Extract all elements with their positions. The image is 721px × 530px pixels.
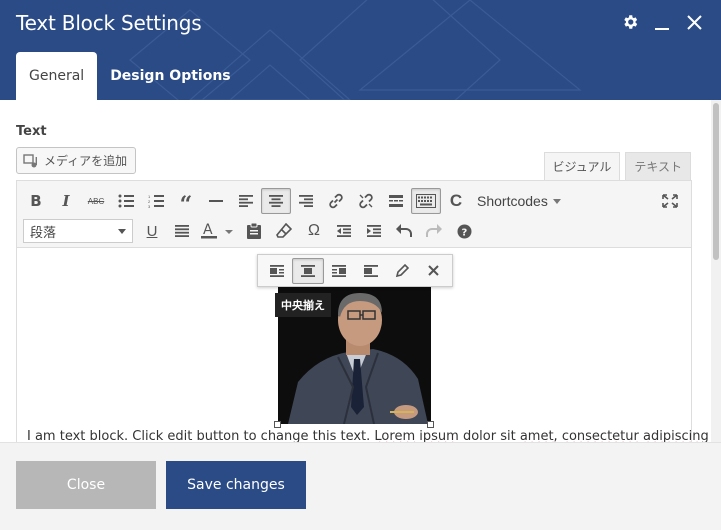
svg-text:?: ? bbox=[461, 227, 467, 238]
media-icon bbox=[23, 153, 37, 167]
dialog-footer: Close Save changes bbox=[0, 442, 721, 530]
fullscreen-icon[interactable] bbox=[655, 188, 685, 214]
svg-text:3: 3 bbox=[148, 204, 151, 208]
clear-formatting-icon[interactable] bbox=[269, 218, 299, 244]
chevron-down-icon bbox=[552, 198, 561, 204]
dialog-content: Text メディアを追加 ビジュアル テキスト B I ABC 123 “ C … bbox=[0, 100, 711, 442]
indent-icon[interactable] bbox=[359, 218, 389, 244]
numbered-list-icon[interactable]: 123 bbox=[141, 188, 171, 214]
tab-general[interactable]: General bbox=[16, 52, 98, 100]
format-select-value: 段落 bbox=[30, 224, 57, 240]
image-align-left-icon[interactable] bbox=[261, 258, 292, 284]
image-align-center-icon[interactable] bbox=[292, 257, 324, 284]
rich-text-editor: B I ABC 123 “ C Shortcodes 段落 U A Ω ? 中央… bbox=[16, 180, 709, 442]
misspelled-word: consectetur bbox=[561, 429, 639, 442]
resize-handle-bottom-right[interactable] bbox=[427, 421, 434, 428]
bold-icon[interactable]: B bbox=[21, 188, 51, 214]
image-align-none-icon[interactable] bbox=[355, 258, 386, 284]
pencil-icon[interactable] bbox=[386, 258, 417, 284]
special-character-icon[interactable]: Ω bbox=[299, 218, 329, 244]
minimize-icon[interactable] bbox=[653, 12, 671, 32]
paste-text-icon[interactable] bbox=[239, 218, 269, 244]
tab-design-options[interactable]: Design Options bbox=[97, 52, 243, 100]
bullet-list-icon[interactable] bbox=[111, 188, 141, 214]
unlink-icon[interactable] bbox=[351, 188, 381, 214]
editor-content-area[interactable]: 中央揃え I am text block. Click edit button … bbox=[17, 248, 709, 442]
shortcodes-logo-icon[interactable]: C bbox=[441, 188, 471, 214]
misspelled-word: Lorem bbox=[374, 429, 416, 442]
add-media-button[interactable]: メディアを追加 bbox=[16, 147, 137, 174]
editor-body-text[interactable]: I am text block. Click edit button to ch… bbox=[27, 429, 709, 442]
outdent-icon[interactable] bbox=[329, 218, 359, 244]
add-media-label: メディアを追加 bbox=[44, 154, 128, 168]
justify-icon[interactable] bbox=[167, 218, 197, 244]
misspelled-word: ipsum bbox=[419, 429, 459, 442]
link-icon[interactable] bbox=[321, 188, 351, 214]
strikethrough-icon[interactable]: ABC bbox=[81, 188, 111, 214]
scrollbar-thumb[interactable] bbox=[713, 103, 719, 260]
underline-icon[interactable]: U bbox=[137, 218, 167, 244]
dialog-title: Text Block Settings bbox=[16, 11, 202, 35]
chevron-down-icon bbox=[118, 228, 126, 234]
align-right-icon[interactable] bbox=[291, 188, 321, 214]
gear-icon[interactable] bbox=[621, 12, 639, 32]
text-color-icon[interactable]: A bbox=[197, 218, 239, 244]
shortcodes-dropdown[interactable]: Shortcodes bbox=[471, 193, 567, 209]
tab-visual[interactable]: ビジュアル bbox=[543, 152, 621, 180]
help-icon[interactable]: ? bbox=[449, 218, 479, 244]
misspelled-word: amet bbox=[519, 429, 554, 442]
image-inline-toolbar bbox=[257, 254, 453, 287]
svg-text:A: A bbox=[203, 223, 213, 238]
content-scrollbar[interactable] bbox=[711, 100, 721, 442]
blockquote-icon[interactable]: “ bbox=[171, 188, 201, 216]
shortcodes-label: Shortcodes bbox=[477, 193, 548, 209]
italic-icon[interactable]: I bbox=[51, 188, 81, 214]
resize-handle-bottom-left[interactable] bbox=[274, 421, 281, 428]
text-run: , bbox=[553, 429, 562, 442]
tab-text[interactable]: テキスト bbox=[625, 152, 691, 180]
dialog-header: Text Block Settings General Design Optio… bbox=[0, 0, 721, 100]
save-changes-button[interactable]: Save changes bbox=[166, 461, 306, 509]
paragraph-format-select[interactable]: 段落 bbox=[23, 219, 133, 243]
close-button[interactable]: Close bbox=[16, 461, 156, 509]
image-align-right-icon[interactable] bbox=[324, 258, 355, 284]
field-label-text: Text bbox=[16, 124, 47, 139]
tooltip: 中央揃え bbox=[275, 293, 331, 317]
text-run: dolor sit bbox=[458, 429, 520, 442]
read-more-icon[interactable] bbox=[381, 188, 411, 214]
text-run: I am text block. Click edit button to ch… bbox=[27, 429, 375, 442]
keyboard-toggle-icon[interactable] bbox=[411, 188, 441, 214]
horizontal-rule-icon[interactable] bbox=[201, 188, 231, 214]
close-icon[interactable] bbox=[685, 12, 703, 32]
redo-icon[interactable] bbox=[419, 218, 449, 244]
undo-icon[interactable] bbox=[389, 218, 419, 244]
misspelled-word: adipiscing bbox=[643, 429, 709, 442]
editor-toolbar: B I ABC 123 “ C Shortcodes 段落 U A Ω ? bbox=[17, 181, 691, 248]
remove-image-icon[interactable] bbox=[418, 258, 449, 284]
align-center-icon[interactable] bbox=[261, 188, 291, 214]
align-left-icon[interactable] bbox=[231, 188, 261, 214]
